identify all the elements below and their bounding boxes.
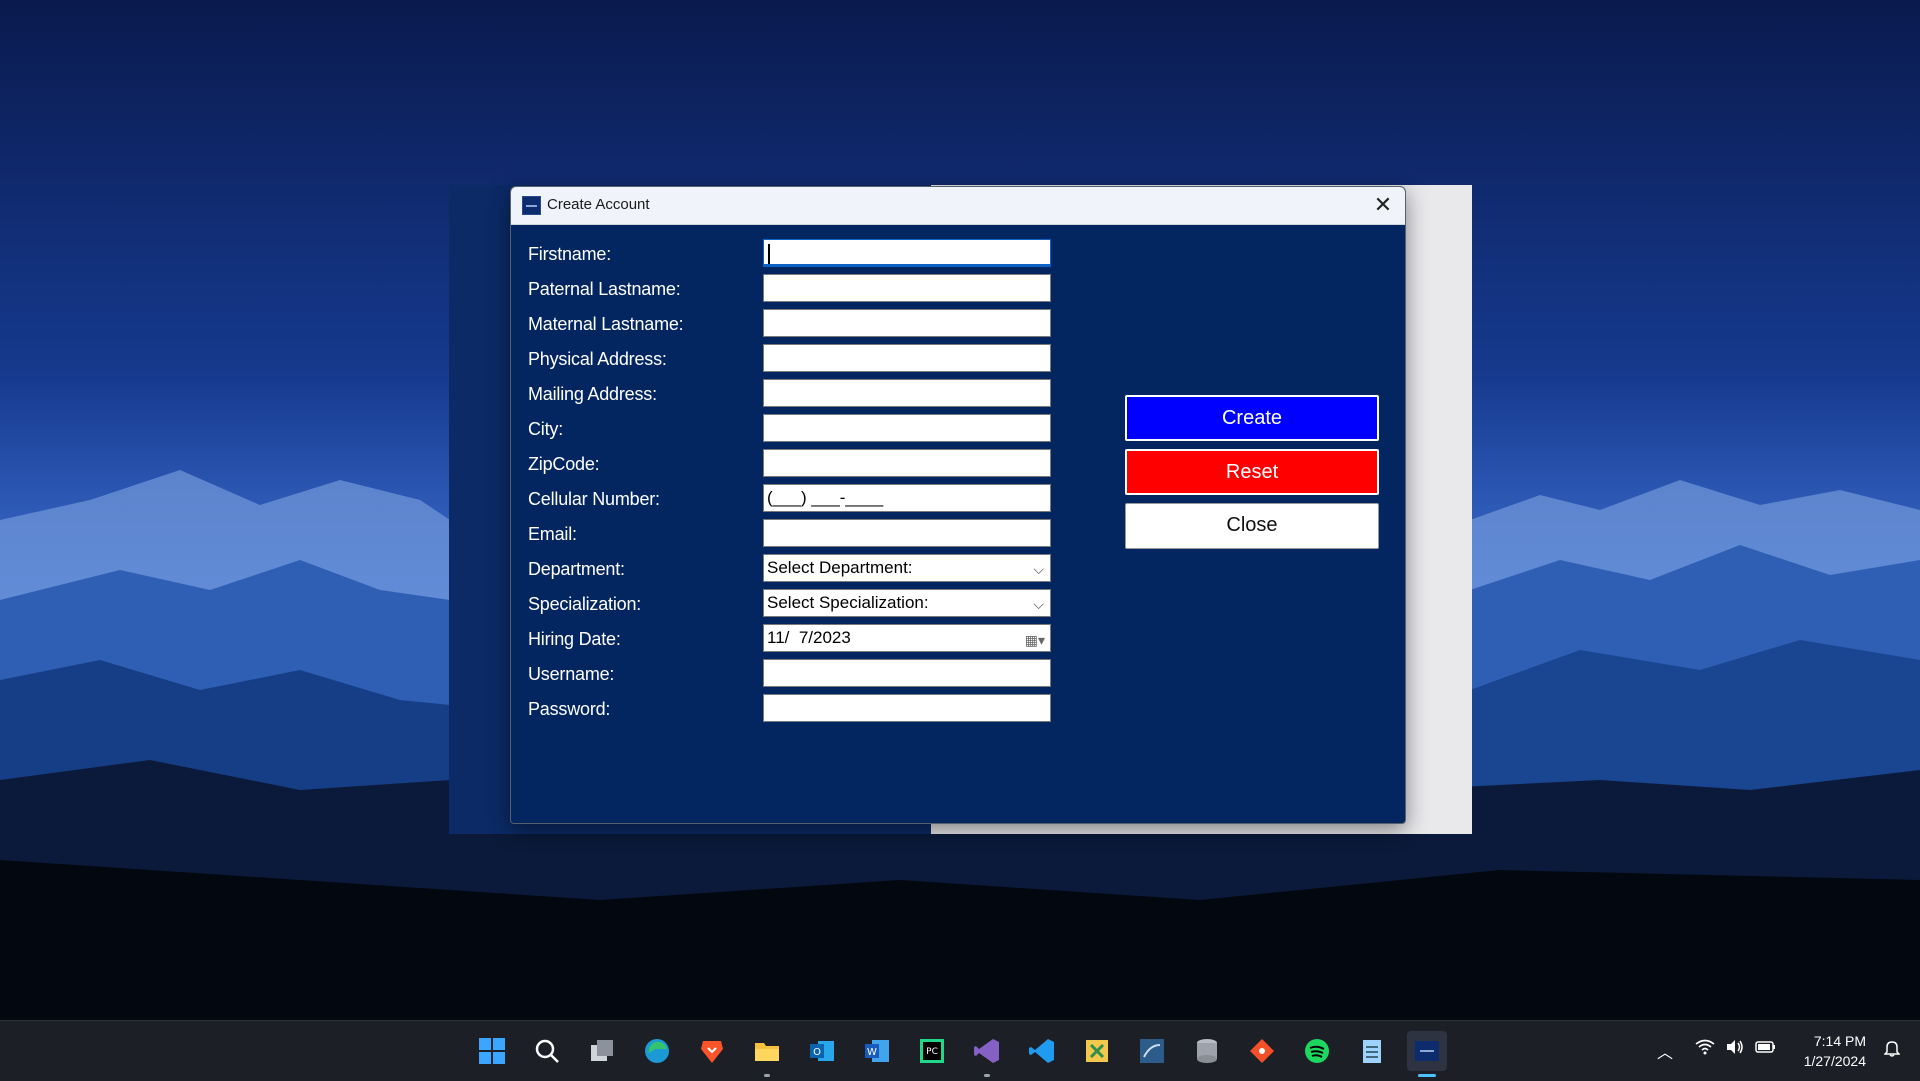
visual-studio-icon[interactable] [967, 1031, 1007, 1077]
outlook-icon[interactable]: O [802, 1031, 842, 1071]
hiring-date-picker[interactable]: 11/ 7/2023 ▦▾ [763, 624, 1051, 652]
chevron-down-icon[interactable]: ⌵ [1033, 558, 1044, 580]
battery-icon[interactable] [1755, 1039, 1777, 1060]
cellular-number-input[interactable]: (___) ___-____ [763, 484, 1051, 512]
create-account-app-icon[interactable] [1407, 1031, 1447, 1077]
chevron-down-icon[interactable]: ⌵ [1033, 593, 1044, 615]
svg-text:PC: PC [926, 1047, 938, 1057]
windows-start-icon[interactable] [472, 1031, 512, 1071]
running-indicator [984, 1074, 990, 1077]
database-icon[interactable] [1187, 1031, 1227, 1071]
mailing-address-input[interactable] [763, 379, 1051, 407]
notification-bell-icon[interactable] [1883, 1039, 1901, 1062]
taskbar: O W PC ︿ 7:14 PM 1/27/2024 [0, 1020, 1920, 1081]
file-explorer-icon[interactable] [747, 1031, 787, 1077]
label-specialization: Specialization: [528, 594, 642, 614]
clock-date: 1/27/2024 [1803, 1053, 1866, 1069]
spotify-icon[interactable] [1297, 1031, 1337, 1071]
running-indicator [764, 1074, 770, 1077]
label-email: Email: [528, 524, 577, 544]
label-hiring-date: Hiring Date: [528, 629, 621, 649]
firstname-input[interactable] [763, 239, 1051, 267]
reset-button[interactable]: Reset [1125, 449, 1379, 495]
brave-icon[interactable] [692, 1031, 732, 1071]
specialization-select[interactable]: Select Specialization: ⌵ [763, 589, 1051, 617]
paternal-lastname-input[interactable] [763, 274, 1051, 302]
label-paternal-lastname: Paternal Lastname: [528, 279, 681, 299]
label-maternal-lastname: Maternal Lastname: [528, 314, 684, 334]
task-view-icon[interactable] [582, 1031, 622, 1071]
pycharm-icon[interactable]: PC [912, 1031, 952, 1071]
label-mailing-address: Mailing Address: [528, 384, 657, 404]
label-department: Department: [528, 559, 625, 579]
wifi-icon[interactable] [1695, 1039, 1715, 1060]
label-city: City: [528, 419, 564, 439]
label-firstname: Firstname: [528, 244, 612, 264]
specialization-selected-value: Select Specialization: [767, 593, 929, 612]
vscode-icon[interactable] [1022, 1031, 1062, 1071]
department-select[interactable]: Select Department: ⌵ [763, 554, 1051, 582]
system-clock[interactable]: 7:14 PM 1/27/2024 [1804, 1031, 1866, 1071]
mysql-workbench-icon[interactable] [1132, 1031, 1172, 1071]
label-physical-address: Physical Address: [528, 349, 667, 369]
title-bar[interactable]: Create Account ✕ [511, 187, 1405, 225]
window-title: Create Account [547, 196, 650, 213]
svg-text:O: O [813, 1047, 821, 1058]
edge-icon[interactable] [637, 1031, 677, 1071]
app-icon [522, 196, 541, 215]
label-cellular-number: Cellular Number: [528, 489, 660, 509]
maternal-lastname-input[interactable] [763, 309, 1051, 337]
label-username: Username: [528, 664, 615, 684]
word-icon[interactable]: W [857, 1031, 897, 1071]
label-password: Password: [528, 699, 611, 719]
notepad-icon[interactable] [1352, 1031, 1392, 1071]
username-input[interactable] [763, 659, 1051, 687]
physical-address-input[interactable] [763, 344, 1051, 372]
label-zipcode: ZipCode: [528, 454, 600, 474]
create-button[interactable]: Create [1125, 395, 1379, 441]
department-selected-value: Select Department: [767, 558, 913, 577]
close-button[interactable]: Close [1125, 503, 1379, 549]
volume-icon[interactable] [1725, 1039, 1745, 1060]
calendar-dropdown-icon[interactable]: ▦▾ [1025, 629, 1045, 651]
city-input[interactable] [763, 414, 1051, 442]
snipping-tool-icon[interactable] [1077, 1031, 1117, 1071]
hiring-date-value: 11/ 7/2023 [767, 628, 851, 647]
chevron-up-icon[interactable]: ︿ [1657, 1039, 1673, 1063]
password-input[interactable] [763, 694, 1051, 722]
git-icon[interactable] [1242, 1031, 1282, 1071]
clock-time: 7:14 PM [1813, 1033, 1866, 1049]
email-input[interactable] [763, 519, 1051, 547]
text-caret [768, 243, 770, 264]
svg-text:W: W [867, 1047, 877, 1058]
active-window-indicator [1418, 1074, 1436, 1077]
search-icon[interactable] [527, 1031, 567, 1071]
close-window-icon[interactable]: ✕ [1371, 193, 1395, 217]
zipcode-input[interactable] [763, 449, 1051, 477]
